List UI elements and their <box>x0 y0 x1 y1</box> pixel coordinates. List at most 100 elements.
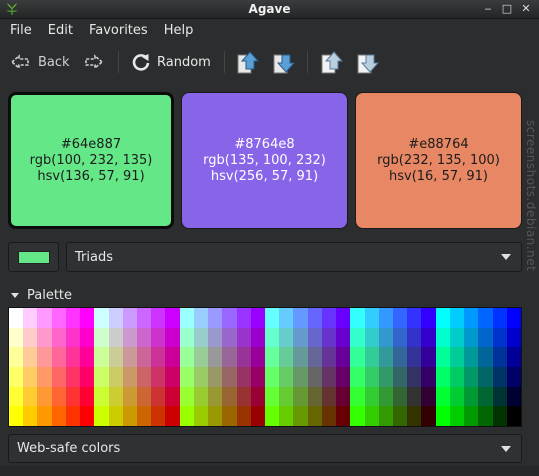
palette-cell[interactable] <box>321 327 337 348</box>
color-picker-button[interactable] <box>8 242 59 272</box>
palette-cell[interactable] <box>9 386 24 407</box>
palette-select[interactable]: Web-safe colors <box>8 434 522 463</box>
palette-cell[interactable] <box>193 308 209 328</box>
palette-cell[interactable] <box>393 366 408 387</box>
palette-cell[interactable] <box>151 327 166 348</box>
palette-cell[interactable] <box>122 308 137 328</box>
palette-cell[interactable] <box>23 308 38 328</box>
palette-cell[interactable] <box>179 386 194 407</box>
palette-cell[interactable] <box>279 366 294 387</box>
palette-cell[interactable] <box>364 347 379 367</box>
palette-cell[interactable] <box>364 406 379 426</box>
palette-cell[interactable] <box>449 308 465 328</box>
palette-cell[interactable] <box>122 327 137 348</box>
minimize-button[interactable]: ‒ <box>481 1 495 17</box>
palette-cell[interactable] <box>250 386 265 407</box>
palette-cell[interactable] <box>179 308 194 328</box>
palette-cell[interactable] <box>9 406 24 426</box>
palette-cell[interactable] <box>193 366 209 387</box>
palette-cell[interactable] <box>137 347 152 367</box>
palette-cell[interactable] <box>492 386 507 407</box>
palette-cell[interactable] <box>9 366 24 387</box>
palette-cell[interactable] <box>393 406 408 426</box>
palette-cell[interactable] <box>265 347 280 367</box>
back-button[interactable]: Back <box>10 43 70 81</box>
palette-cell[interactable] <box>137 406 152 426</box>
palette-cell[interactable] <box>364 386 379 407</box>
menu-favorites[interactable]: Favorites <box>81 23 156 38</box>
palette-cell[interactable] <box>137 386 152 407</box>
palette-cell[interactable] <box>478 327 493 348</box>
palette-cell[interactable] <box>108 406 123 426</box>
palette-cell[interactable] <box>293 327 308 348</box>
palette-cell[interactable] <box>236 308 251 328</box>
palette-cell[interactable] <box>236 327 251 348</box>
close-button[interactable]: ✕ <box>519 1 533 17</box>
palette-cell[interactable] <box>151 406 166 426</box>
palette-cell[interactable] <box>122 386 137 407</box>
palette-cell[interactable] <box>151 366 166 387</box>
palette-cell[interactable] <box>393 386 408 407</box>
palette-cell[interactable] <box>378 327 393 348</box>
palette-cell[interactable] <box>478 406 493 426</box>
palette-cell[interactable] <box>435 308 450 328</box>
palette-cell[interactable] <box>65 406 81 426</box>
palette-cell[interactable] <box>122 366 137 387</box>
palette-cell[interactable] <box>407 327 422 348</box>
random-button[interactable]: Random <box>131 43 211 81</box>
palette-cell[interactable] <box>80 327 95 348</box>
palette-cell[interactable] <box>293 406 308 426</box>
palette-cell[interactable] <box>492 406 507 426</box>
palette-cell[interactable] <box>350 406 365 426</box>
palette-cell[interactable] <box>222 386 237 407</box>
palette-cell[interactable] <box>506 327 521 348</box>
palette-cell[interactable] <box>108 308 123 328</box>
palette-cell[interactable] <box>279 308 294 328</box>
palette-cell[interactable] <box>265 366 280 387</box>
palette-cell[interactable] <box>307 327 322 348</box>
palette-cell[interactable] <box>336 366 351 387</box>
palette-cell[interactable] <box>293 386 308 407</box>
palette-cell[interactable] <box>321 366 337 387</box>
palette-cell[interactable] <box>108 347 123 367</box>
palette-cell[interactable] <box>393 308 408 328</box>
palette-cell[interactable] <box>435 327 450 348</box>
palette-cell[interactable] <box>51 327 66 348</box>
palette-cell[interactable] <box>364 366 379 387</box>
menu-file[interactable]: File <box>2 23 40 38</box>
palette-cell[interactable] <box>492 366 507 387</box>
palette-cell[interactable] <box>492 308 507 328</box>
color-swatch-primary[interactable]: #64e887 rgb(100, 232, 135) hsv(136, 57, … <box>8 92 174 229</box>
menu-help[interactable]: Help <box>156 23 202 38</box>
palette-cell[interactable] <box>208 347 223 367</box>
palette-cell[interactable] <box>350 308 365 328</box>
palette-cell[interactable] <box>250 327 265 348</box>
palette-cell[interactable] <box>464 366 479 387</box>
palette-cell[interactable] <box>51 347 66 367</box>
palette-cell[interactable] <box>506 308 521 328</box>
palette-cell[interactable] <box>94 386 109 407</box>
palette-cell[interactable] <box>321 406 337 426</box>
palette-cell[interactable] <box>350 386 365 407</box>
palette-cell[interactable] <box>336 308 351 328</box>
palette-cell[interactable] <box>80 406 95 426</box>
palette-cell[interactable] <box>464 406 479 426</box>
palette-cell[interactable] <box>449 406 465 426</box>
palette-cell[interactable] <box>478 308 493 328</box>
palette-cell[interactable] <box>250 347 265 367</box>
lighten-button[interactable] <box>236 43 260 81</box>
palette-cell[interactable] <box>435 366 450 387</box>
palette-cell[interactable] <box>94 308 109 328</box>
palette-cell[interactable] <box>435 406 450 426</box>
palette-cell[interactable] <box>80 308 95 328</box>
palette-cell[interactable] <box>137 308 152 328</box>
palette-cell[interactable] <box>51 308 66 328</box>
palette-cell[interactable] <box>321 347 337 367</box>
palette-cell[interactable] <box>464 308 479 328</box>
palette-cell[interactable] <box>464 327 479 348</box>
palette-cell[interactable] <box>137 366 152 387</box>
palette-cell[interactable] <box>51 366 66 387</box>
palette-cell[interactable] <box>23 386 38 407</box>
palette-cell[interactable] <box>293 366 308 387</box>
palette-cell[interactable] <box>464 347 479 367</box>
